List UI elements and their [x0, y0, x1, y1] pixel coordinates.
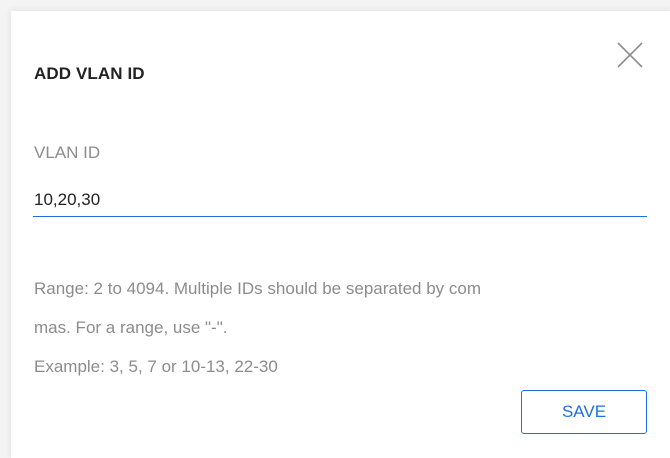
close-button[interactable] — [616, 41, 644, 69]
vlan-id-label: VLAN ID — [34, 143, 101, 162]
hint-line: Example: 3, 5, 7 or 10-13, 22-30 — [34, 357, 278, 376]
save-button[interactable]: SAVE — [521, 390, 647, 434]
hint-line: Range: 2 to 4094. Multiple IDs should be… — [34, 279, 481, 298]
close-icon — [617, 42, 643, 68]
vlan-id-hint: Range: 2 to 4094. Multiple IDs should be… — [34, 269, 650, 386]
hint-line: mas. For a range, use "-". — [34, 318, 228, 337]
add-vlan-dialog: ADD VLAN ID VLAN ID Range: 2 to 4094. Mu… — [10, 10, 670, 458]
dialog-title: ADD VLAN ID — [34, 64, 145, 83]
vlan-id-input[interactable] — [33, 183, 647, 217]
